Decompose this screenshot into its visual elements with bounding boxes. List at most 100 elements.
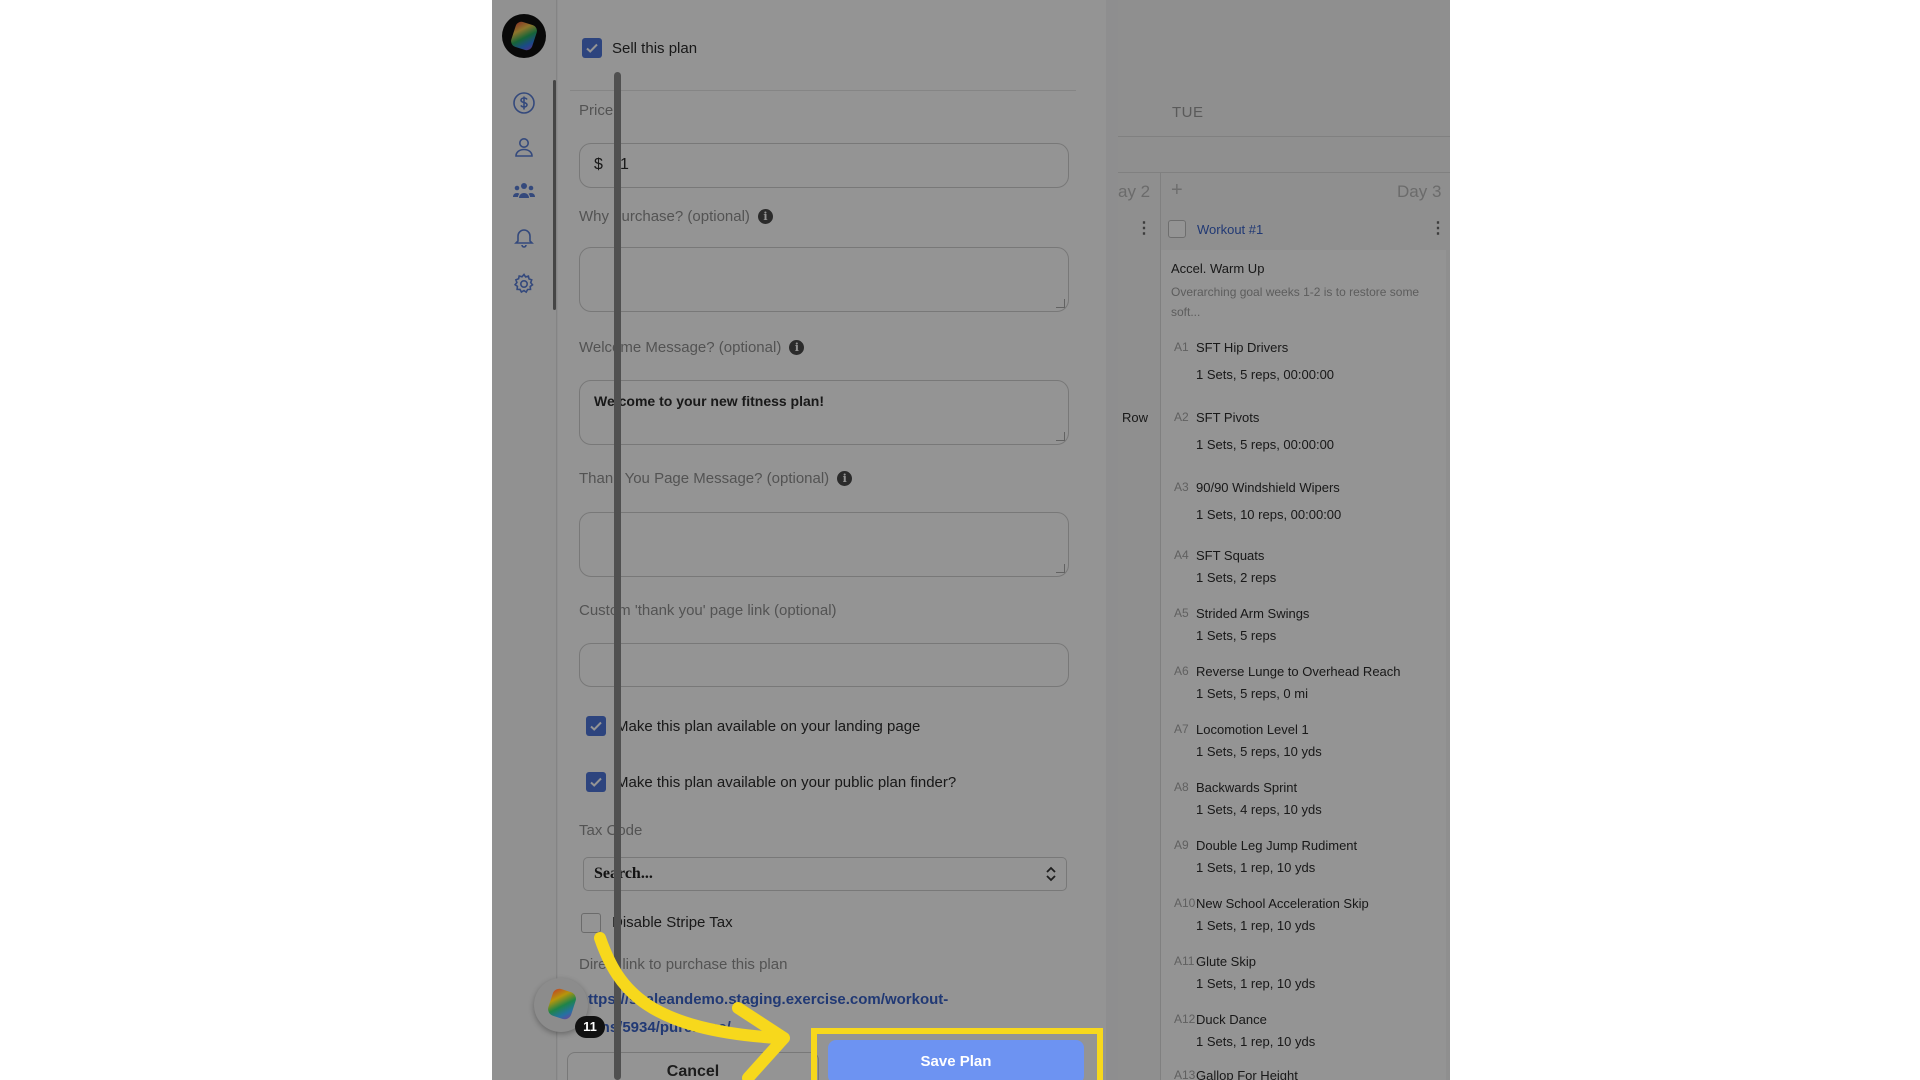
exercise-item[interactable]: A5 Strided Arm Swings 1 Sets, 5 reps xyxy=(1170,606,1450,656)
pointer-arrow xyxy=(594,932,790,1080)
chevron-updown-icon xyxy=(1046,866,1056,882)
exercise-detail: 1 Sets, 1 rep, 10 yds xyxy=(1196,1034,1316,1049)
exercise-detail: 1 Sets, 1 rep, 10 yds xyxy=(1196,860,1316,875)
day-2-label: ay 2 xyxy=(1118,182,1151,201)
dollar-icon[interactable] xyxy=(512,91,536,115)
exercise-item[interactable]: A1 SFT Hip Drivers 1 Sets, 5 reps, 00:00:0… xyxy=(1170,340,1450,390)
chat-logo-icon xyxy=(546,986,578,1022)
price-label: Price xyxy=(579,102,614,119)
sell-plan-label: Sell this plan xyxy=(612,40,698,57)
exercise-item[interactable]: A13 Gallop For Height xyxy=(1170,1068,1450,1080)
landing-page-checkbox[interactable] xyxy=(586,716,606,736)
exercise-detail: 1 Sets, 4 reps, 10 yds xyxy=(1196,802,1322,817)
exercise-code: A1 xyxy=(1174,340,1189,354)
bell-icon[interactable] xyxy=(512,225,536,249)
exercise-code: A3 xyxy=(1174,480,1189,494)
exercise-item[interactable]: A4 SFT Squats 1 Sets, 2 reps xyxy=(1170,548,1450,598)
price-input[interactable]: $ 1 xyxy=(579,143,1069,188)
exercise-code: A8 xyxy=(1174,780,1189,794)
exercise-item[interactable]: A2 SFT Pivots 1 Sets, 5 reps, 00:00:00 xyxy=(1170,410,1450,460)
plan-finder-checkbox[interactable] xyxy=(586,772,606,792)
exercise-detail: 1 Sets, 2 reps xyxy=(1196,570,1277,585)
welcome-message-label: Welcome Message? (optional) i xyxy=(579,339,805,356)
exercise-name: SFT Squats xyxy=(1196,548,1265,563)
calendar-divider xyxy=(1118,172,1450,173)
kebab-icon[interactable]: ⋮ xyxy=(1430,218,1446,238)
disable-stripe-tax-label: Disable Stripe Tax xyxy=(612,914,733,931)
exercise-code: A4 xyxy=(1174,548,1189,562)
tax-code-select[interactable]: Search... xyxy=(583,857,1067,891)
panel-scrollbar[interactable] xyxy=(614,72,621,1080)
exercise-name: Double Leg Jump Rudiment xyxy=(1196,838,1358,853)
arrow-head xyxy=(732,1002,790,1080)
gear-icon[interactable] xyxy=(512,272,536,296)
welcome-message-value: Welcome to your new fitness plan! xyxy=(594,393,825,409)
info-icon[interactable]: i xyxy=(757,209,773,224)
price-value: 1 xyxy=(620,156,629,173)
calendar-area: TUE ay 2 + Day 3 ⋮ ⋮ Row Workout #1 Accel. Warm… xyxy=(1118,0,1450,1080)
rail-scrollbar[interactable] xyxy=(553,80,556,310)
exercise-detail: 1 Sets, 5 reps, 0 mi xyxy=(1196,686,1308,701)
tax-code-label: Tax Code xyxy=(579,822,643,839)
exercise-item[interactable]: A11 Glute Skip 1 Sets, 1 rep, 10 yds xyxy=(1170,954,1450,1004)
exercise-item[interactable]: A9 Double Leg Jump Rudiment 1 Sets, 1 rep,… xyxy=(1170,838,1450,888)
exercise-code: A10 xyxy=(1174,896,1196,910)
welcome-message-textarea[interactable]: Welcome to your new fitness plan! xyxy=(579,380,1069,445)
exercise-item[interactable]: A10 New School Acceleration Skip 1 Sets, 1… xyxy=(1170,896,1450,946)
resize-grip[interactable] xyxy=(1056,299,1065,308)
exercise-name: SFT Hip Drivers xyxy=(1196,340,1289,355)
app-logo[interactable] xyxy=(502,14,546,58)
exercise-item[interactable]: A3 90/90 Windshield Wipers 1 Sets, 10 reps… xyxy=(1170,480,1450,530)
why-purchase-textarea[interactable] xyxy=(579,247,1069,312)
exercise-detail: 1 Sets, 10 reps, 00:00:00 xyxy=(1196,507,1342,522)
thank-you-message-textarea[interactable] xyxy=(579,512,1069,577)
workout-checkbox[interactable] xyxy=(1168,220,1186,238)
kebab-icon[interactable]: ⋮ xyxy=(1136,218,1152,238)
exercise-detail: 1 Sets, 1 rep, 10 yds xyxy=(1196,918,1316,933)
exercise-name: Glute Skip xyxy=(1196,954,1256,969)
exercise-name: SFT Pivots xyxy=(1196,410,1260,425)
row-label: Row xyxy=(1122,410,1149,425)
resize-grip[interactable] xyxy=(1056,564,1065,573)
currency-symbol: $ xyxy=(594,156,603,173)
exercise-detail: 1 Sets, 1 rep, 10 yds xyxy=(1196,976,1316,991)
exercise-name: 90/90 Windshield Wipers xyxy=(1196,480,1340,495)
exercise-name: Gallop For Height xyxy=(1196,1068,1298,1080)
exercise-name: New School Acceleration Skip xyxy=(1196,896,1369,911)
sidebar-rail xyxy=(492,0,557,1080)
exercise-detail: 1 Sets, 5 reps, 00:00:00 xyxy=(1196,367,1335,382)
plus-icon[interactable]: + xyxy=(1171,179,1183,202)
exercise-code: A11 xyxy=(1174,954,1195,968)
calendar-divider xyxy=(1118,136,1450,137)
exercise-detail: 1 Sets, 5 reps xyxy=(1196,628,1277,643)
exercise-code: A7 xyxy=(1174,722,1189,736)
group-icon[interactable] xyxy=(512,179,536,203)
exercise-code: A5 xyxy=(1174,606,1189,620)
exercise-name: Duck Dance xyxy=(1196,1012,1267,1027)
exercise-item[interactable]: A8 Backwards Sprint 1 Sets, 4 reps, 10 yds xyxy=(1170,780,1450,830)
exercise-code: A12 xyxy=(1174,1012,1196,1026)
save-plan-button[interactable]: Save Plan xyxy=(828,1040,1084,1080)
exercise-code: A2 xyxy=(1174,410,1189,424)
tax-code-value: Search... xyxy=(594,865,653,882)
divider xyxy=(570,90,1076,91)
custom-link-input[interactable] xyxy=(579,643,1069,687)
section-description: Overarching goal weeks 1-2 is to restore… xyxy=(1171,285,1420,319)
user-icon[interactable] xyxy=(512,135,536,159)
day-header-tue: TUE xyxy=(1172,104,1204,121)
exercise-name: Backwards Sprint xyxy=(1196,780,1298,795)
info-icon[interactable]: i xyxy=(789,340,805,355)
why-purchase-label: Why purchase? (optional) i xyxy=(579,208,773,225)
exercise-name: Reverse Lunge to Overhead Reach xyxy=(1196,664,1401,679)
exercise-detail: 1 Sets, 5 reps, 10 yds xyxy=(1196,744,1322,759)
resize-grip[interactable] xyxy=(1056,432,1065,441)
workout-title[interactable]: Workout #1 xyxy=(1197,222,1263,237)
exercise-item[interactable]: A12 Duck Dance 1 Sets, 1 rep, 10 yds xyxy=(1170,1012,1450,1062)
exercise-detail: 1 Sets, 5 reps, 00:00:00 xyxy=(1196,437,1335,452)
sell-plan-checkbox[interactable] xyxy=(582,38,602,58)
exercise-name: Locomotion Level 1 xyxy=(1196,722,1309,737)
info-icon[interactable]: i xyxy=(837,471,853,486)
app-window: Sell this plan Price $ 1 Why purchase? (… xyxy=(492,0,1450,1080)
exercise-item[interactable]: A6 Reverse Lunge to Overhead Reach 1 Sets,… xyxy=(1170,664,1450,714)
exercise-item[interactable]: A7 Locomotion Level 1 1 Sets, 5 reps, 10 y… xyxy=(1170,722,1450,772)
